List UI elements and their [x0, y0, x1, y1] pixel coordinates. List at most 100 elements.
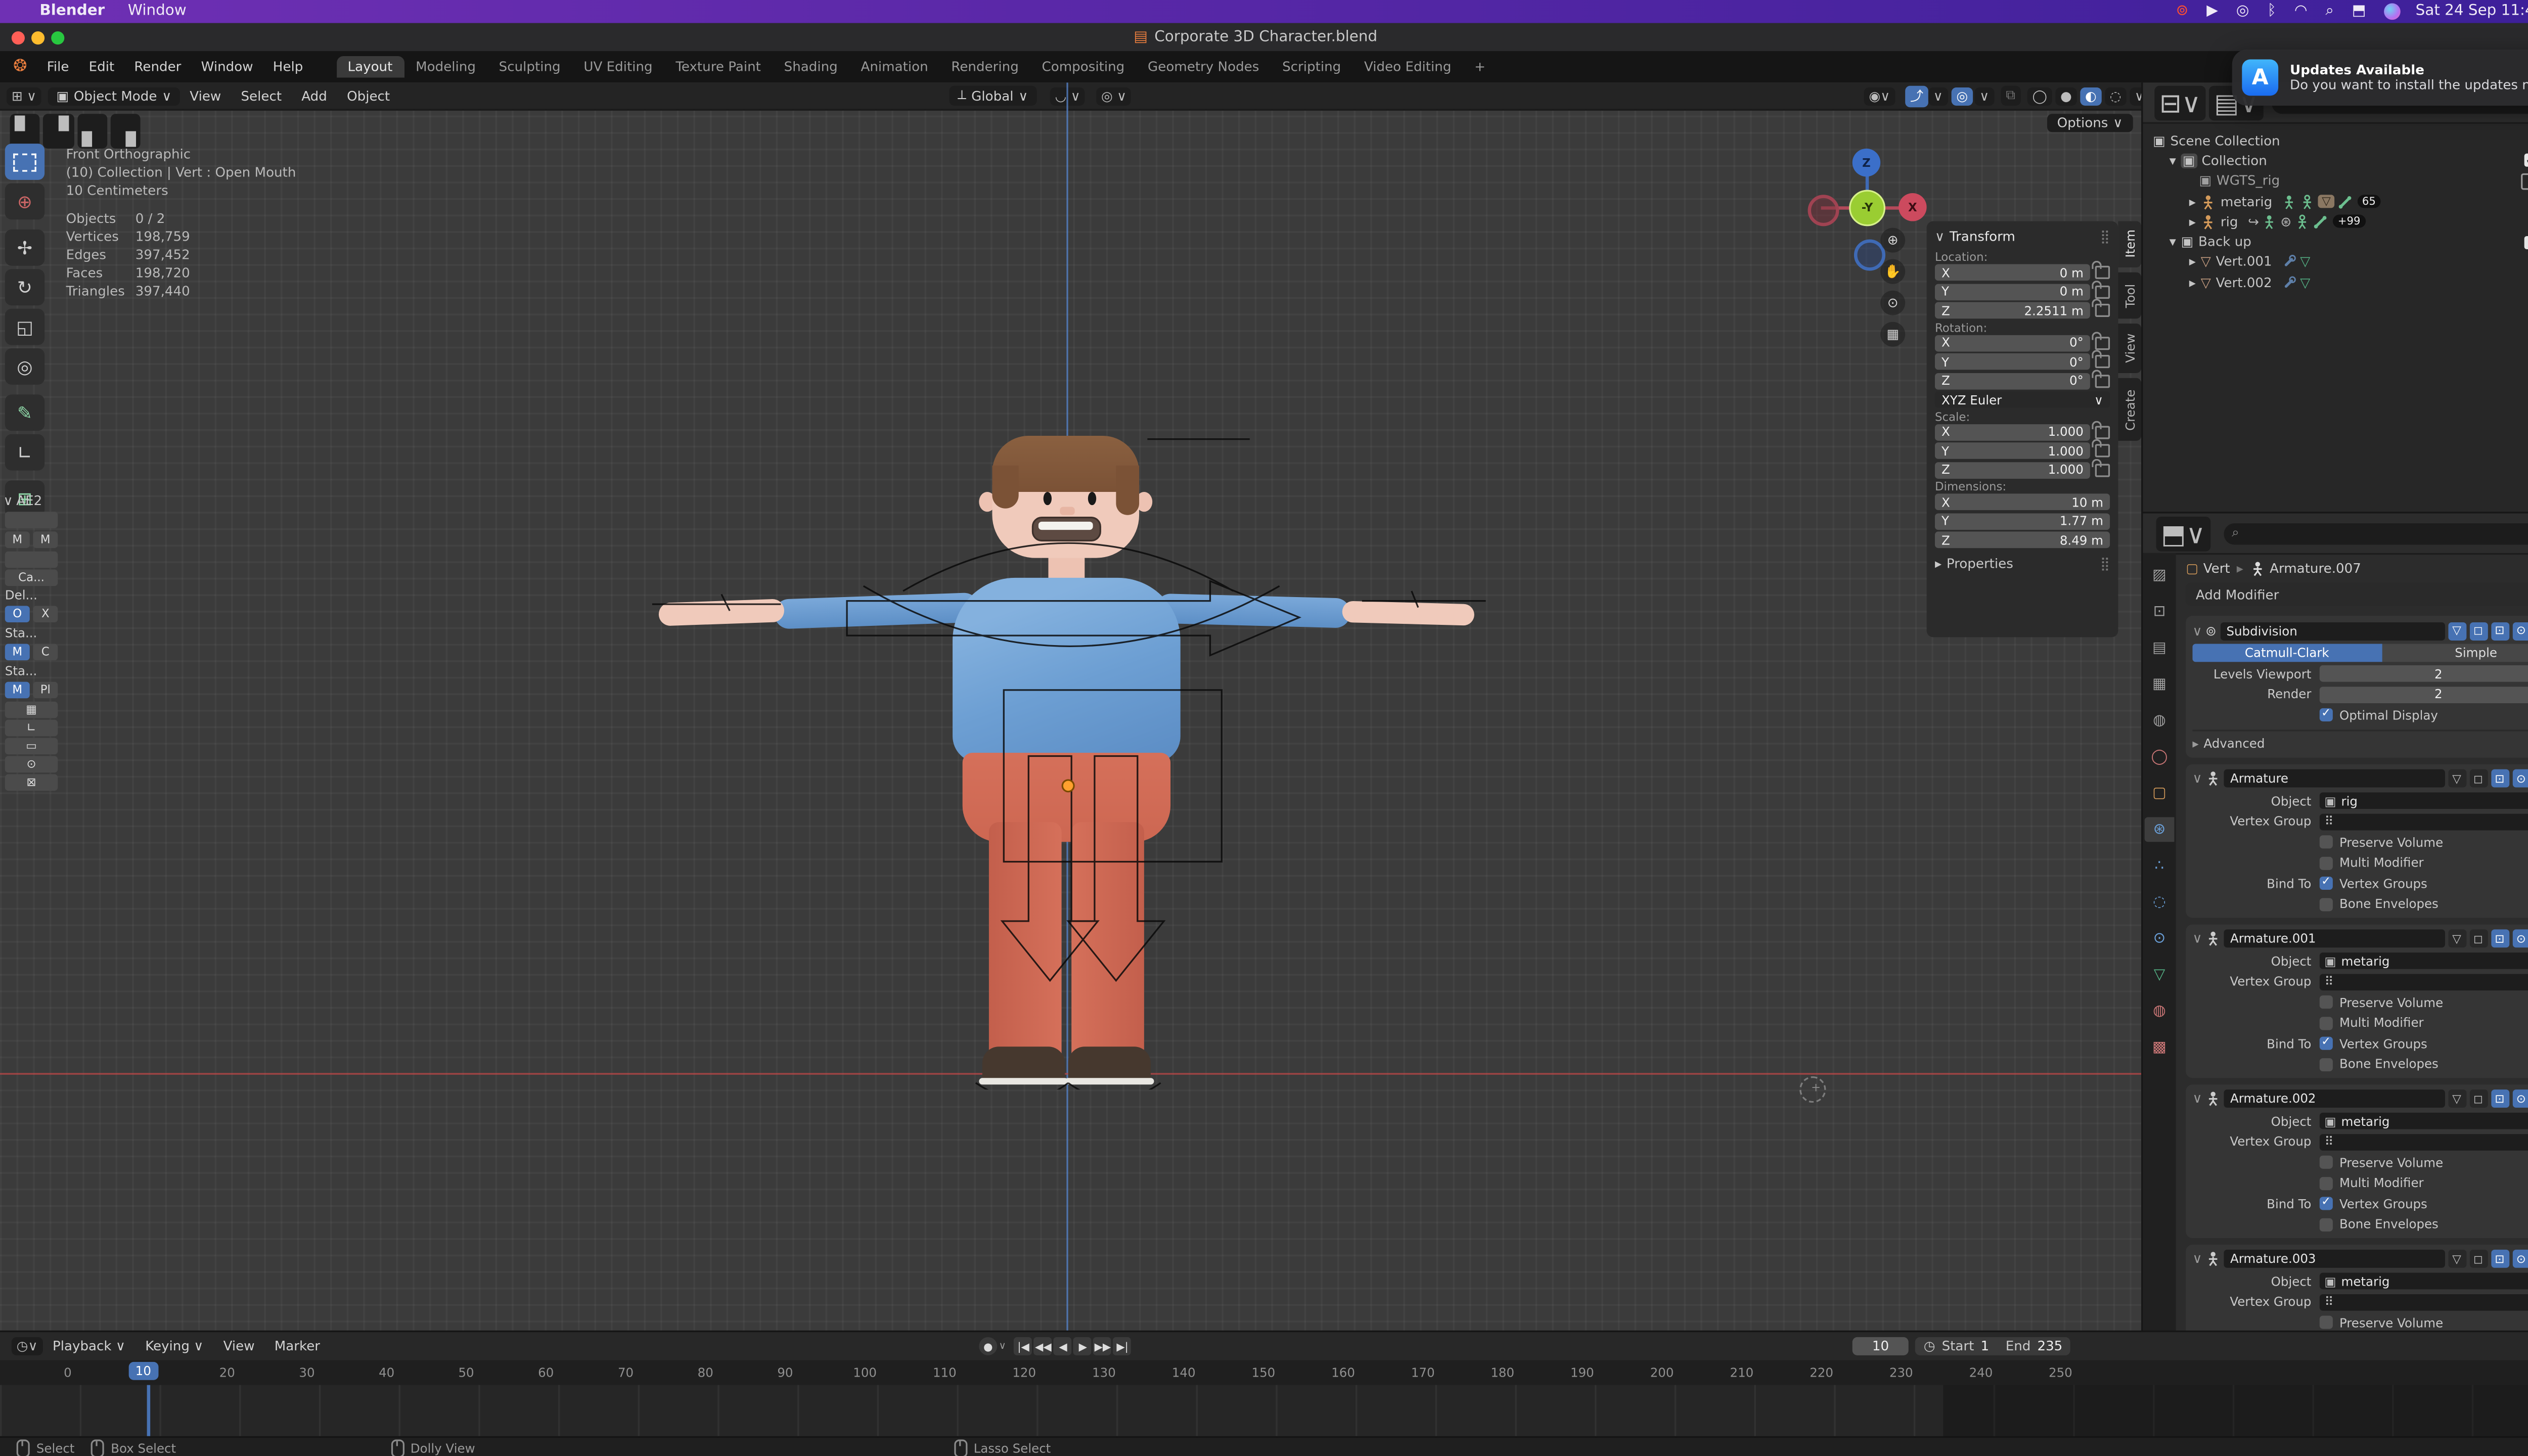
- transform-collapse-icon[interactable]: ∨: [1935, 230, 1945, 244]
- ae2-blank-button-1[interactable]: [5, 512, 58, 528]
- collapse-icon[interactable]: ∨: [2192, 1251, 2202, 1266]
- playhead-frame-chip[interactable]: 10: [128, 1361, 158, 1380]
- outliner-row-scene-collection[interactable]: ▣ Scene Collection: [2153, 130, 2528, 151]
- tab-output[interactable]: ▤: [2145, 635, 2175, 660]
- auto-key-record-button[interactable]: ●: [979, 1337, 998, 1355]
- ae2-pl-button[interactable]: Pl: [33, 681, 58, 699]
- npanel-tab-tool[interactable]: Tool: [2118, 272, 2142, 319]
- expand-icon[interactable]: ▸: [2189, 255, 2196, 269]
- outliner-row-backup[interactable]: ▾ ▣ Back up ✓∨⊠: [2153, 232, 2528, 252]
- catmull-clark-button[interactable]: Catmull-Clark: [2192, 644, 2382, 662]
- dimensions-z-field[interactable]: Z 8.49 m: [1934, 531, 2110, 549]
- npanel-tab-item[interactable]: Item: [2118, 221, 2142, 267]
- tab-tool[interactable]: ▨: [2145, 563, 2175, 587]
- marker-menu[interactable]: Marker: [275, 1339, 320, 1353]
- overlays-toggle[interactable]: ◎: [1951, 86, 1973, 105]
- object-field[interactable]: ▣metarig✕: [2319, 1272, 2528, 1290]
- outliner-row-vert-002[interactable]: ▸ ▽ Vert.002 ▽ ⊙⊡: [2153, 272, 2528, 293]
- modifier-name-field[interactable]: Armature.003: [2223, 1249, 2445, 1268]
- tool-setting-icon-3[interactable]: ▖: [77, 114, 108, 149]
- toggle-render[interactable]: ⊙: [2512, 929, 2528, 948]
- dimensions-y-field[interactable]: Y 1.77 m: [1934, 512, 2110, 529]
- view-menu[interactable]: View: [190, 88, 221, 103]
- gizmo-axis-z[interactable]: Z: [1852, 148, 1881, 177]
- toggle-viewport[interactable]: ⊡: [2490, 929, 2509, 948]
- preserve-volume-checkbox[interactable]: [2319, 1155, 2333, 1169]
- object-field[interactable]: ▣rig✕: [2319, 792, 2528, 809]
- select-menu[interactable]: Select: [241, 88, 282, 103]
- gizmo-axis-negy[interactable]: -Y: [1849, 190, 1885, 226]
- ae2-clipboard-button[interactable]: ⊠: [5, 774, 58, 791]
- outliner-row-metarig[interactable]: ▸ metarig ▽ 65 ∨⊡: [2153, 191, 2528, 211]
- ae2-m-button-2[interactable]: M: [33, 531, 58, 549]
- rotation-x-field[interactable]: X 0°: [1934, 334, 2090, 351]
- ae2-axis-button[interactable]: ∟: [5, 719, 58, 737]
- toggle-render[interactable]: ⊙: [2512, 621, 2528, 640]
- scale-z-field[interactable]: Z 1.000: [1934, 461, 2090, 478]
- levels-viewport-field[interactable]: 2: [2319, 665, 2528, 682]
- rotation-z-field[interactable]: Z 0°: [1934, 372, 2090, 389]
- shading-rendered-button[interactable]: ◌: [2105, 86, 2127, 105]
- ae2-rect-button[interactable]: ▭: [5, 738, 58, 755]
- rotation-y-field[interactable]: Y 0°: [1934, 353, 2090, 370]
- toggle-edit-mode[interactable]: ▽: [2448, 621, 2466, 640]
- npanel-tab-create[interactable]: Create: [2118, 378, 2142, 441]
- vertex-group-field[interactable]: ⠿↔: [2319, 1293, 2528, 1310]
- edit-menu[interactable]: Edit: [89, 60, 115, 74]
- collapse-icon[interactable]: ∨: [2192, 931, 2202, 946]
- vertex-group-field[interactable]: ⠿↔: [2319, 1133, 2528, 1150]
- character-model[interactable]: [652, 429, 1486, 1090]
- move-tool[interactable]: ✢: [5, 229, 45, 266]
- wifi-icon[interactable]: ◠: [2294, 4, 2308, 20]
- render-levels-field[interactable]: 2: [2319, 686, 2528, 703]
- playback-menu[interactable]: Playback ∨: [53, 1339, 125, 1353]
- armature-bones-overlay[interactable]: [652, 429, 1486, 1090]
- properties-subpanel-title[interactable]: Properties: [1947, 556, 2013, 571]
- outliner-row-wgts-rig[interactable]: ▣WGTS_rig ⊙⊠: [2153, 171, 2528, 191]
- gizmo-axis-x[interactable]: X: [1899, 193, 1927, 221]
- file-menu[interactable]: File: [47, 60, 69, 74]
- bone-envelopes-checkbox[interactable]: [2319, 897, 2333, 911]
- location-y-field[interactable]: Y0 m: [1934, 283, 2090, 300]
- location-x-lock-icon[interactable]: [2092, 260, 2110, 279]
- location-z-field[interactable]: Z 2.2511 m: [1934, 302, 2090, 319]
- siri-icon[interactable]: [2384, 3, 2401, 20]
- toggle-cage[interactable]: ◻: [2469, 929, 2488, 948]
- vertex-groups-checkbox[interactable]: [2319, 1194, 2333, 1210]
- ae2-m-button-1[interactable]: M: [5, 531, 30, 549]
- gizmos-toggle[interactable]: ⤴: [1905, 85, 1928, 107]
- collapse-icon[interactable]: ∨: [2192, 623, 2202, 638]
- vertex-group-field[interactable]: ⠿↔: [2319, 973, 2528, 990]
- render-menu[interactable]: Render: [134, 60, 181, 74]
- modifier-name-field[interactable]: Armature.002: [2223, 1089, 2445, 1108]
- multi-modifier-checkbox[interactable]: [2319, 1176, 2333, 1190]
- ae2-ca-button[interactable]: Ca...: [5, 569, 58, 586]
- bluetooth-icon[interactable]: ᛒ: [2267, 4, 2276, 20]
- rotation-x-lock-icon[interactable]: [2092, 331, 2110, 349]
- workspace-tab-layout[interactable]: Layout: [336, 56, 404, 78]
- scale-z-lock-icon[interactable]: [2092, 458, 2110, 477]
- add-workspace-button[interactable]: +: [1463, 56, 1497, 77]
- toggle-cage[interactable]: ◻: [2469, 1089, 2488, 1108]
- workspace-tab-texture-paint[interactable]: Texture Paint: [664, 56, 772, 77]
- start-frame-value[interactable]: 1: [1980, 1339, 1989, 1353]
- tab-view-layer[interactable]: ▦: [2145, 672, 2175, 697]
- playhead-line[interactable]: [147, 1385, 150, 1438]
- preserve-volume-checkbox[interactable]: [2319, 1315, 2333, 1329]
- tool-setting-icon-2[interactable]: ▝: [43, 114, 74, 149]
- help-menu[interactable]: Help: [273, 60, 303, 74]
- scale-x-field[interactable]: X 1.000: [1934, 423, 2090, 440]
- expand-icon[interactable]: ▾: [2170, 153, 2176, 168]
- expand-icon[interactable]: ▸: [2189, 214, 2196, 229]
- object-origin-dot[interactable]: [1061, 779, 1075, 793]
- collection-checkbox[interactable]: ✓: [2523, 154, 2528, 168]
- modifier-name-field[interactable]: Armature: [2223, 769, 2445, 788]
- scale-tool[interactable]: ◱: [5, 308, 45, 345]
- camera-view-button[interactable]: ⊙: [1880, 290, 1906, 315]
- tab-physics[interactable]: ◌: [2145, 890, 2175, 915]
- workspace-tab-animation[interactable]: Animation: [849, 56, 940, 77]
- screen-record-icon[interactable]: ⊚: [2176, 4, 2189, 20]
- tab-scene[interactable]: ◍: [2145, 708, 2175, 733]
- tab-world[interactable]: ◯: [2145, 745, 2175, 769]
- tab-constraints[interactable]: ⊙: [2145, 926, 2175, 951]
